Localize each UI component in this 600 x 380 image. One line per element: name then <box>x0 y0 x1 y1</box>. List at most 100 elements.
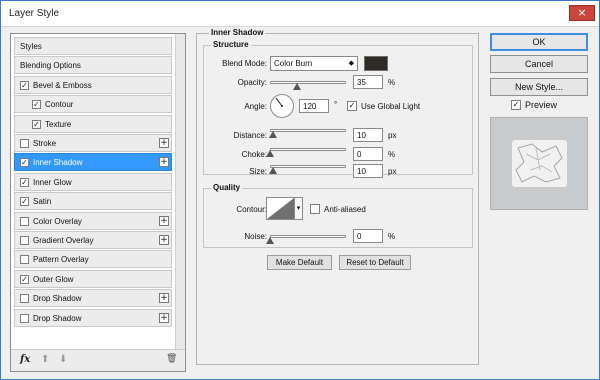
crumpled-texture-icon <box>515 143 563 183</box>
anti-aliased-label: Anti-aliased <box>324 205 366 214</box>
styles-list: Styles Blending Options ✓ Bevel & Emboss ✓ Co… <box>11 34 174 349</box>
noise-input[interactable]: 0 <box>353 229 383 243</box>
add-effect-icon[interactable]: + <box>159 235 169 245</box>
use-global-light-label: Use Global Light <box>361 102 421 111</box>
add-effect-icon[interactable]: + <box>159 138 169 148</box>
chevron-down-icon: ▾ <box>296 204 301 212</box>
move-up-icon[interactable]: ⬆ <box>41 354 49 365</box>
style-checkbox[interactable]: ✓ <box>20 158 29 168</box>
size-slider-thumb[interactable] <box>269 167 278 174</box>
size-input[interactable]: 10 <box>353 164 383 178</box>
style-checkbox[interactable] <box>20 139 29 148</box>
contour-dropdown[interactable]: ▾ <box>294 197 303 220</box>
style-item[interactable]: Drop Shadow + <box>14 289 172 308</box>
contour-preview[interactable] <box>266 197 295 220</box>
style-checkbox[interactable] <box>20 313 29 323</box>
style-item-label: Drop Shadow <box>33 313 82 323</box>
contour-label: Contour: <box>236 205 267 214</box>
angle-dial[interactable] <box>270 94 294 118</box>
style-item[interactable]: Gradient Overlay + <box>14 231 172 249</box>
anti-aliased-checkbox[interactable] <box>310 204 320 214</box>
opacity-slider-thumb[interactable] <box>292 83 301 90</box>
choke-input[interactable]: 0 <box>353 147 383 161</box>
style-item[interactable]: Stroke + <box>14 134 172 152</box>
shadow-color-swatch[interactable] <box>364 56 388 71</box>
style-item[interactable]: ✓ Satin <box>14 192 172 211</box>
distance-slider[interactable] <box>270 129 346 132</box>
close-button[interactable]: × <box>569 5 595 21</box>
style-checkbox[interactable]: ✓ <box>20 80 29 90</box>
style-item[interactable]: ✓ Contour <box>14 95 172 114</box>
quality-group: Quality Contour: ▾ Anti-aliased Noise: 0… <box>203 183 473 248</box>
distance-input[interactable]: 10 <box>353 128 383 142</box>
style-checkbox[interactable]: ✓ <box>32 119 41 129</box>
style-item[interactable]: ✓ Texture <box>14 114 172 133</box>
quality-title: Quality <box>211 183 243 192</box>
fx-icon[interactable]: fx <box>20 354 30 365</box>
style-checkbox[interactable] <box>20 255 29 265</box>
trash-icon[interactable]: 🗑 <box>166 354 177 364</box>
style-item-label: Color Overlay <box>33 216 82 226</box>
styles-toolbar: fx ⬆ ⬇ 🗑 <box>11 349 185 371</box>
title-bar: Layer Style × <box>1 1 599 27</box>
style-item[interactable]: ✓ Outer Glow <box>14 269 172 288</box>
style-item-label: Texture <box>45 119 72 129</box>
preview-checkbox[interactable]: ✓ <box>511 100 521 110</box>
add-effect-icon[interactable]: + <box>159 215 169 226</box>
style-item[interactable]: ✓ Bevel & Emboss <box>14 75 172 94</box>
style-item-label: Inner Glow <box>33 177 72 187</box>
style-item-label: Bevel & Emboss <box>33 80 92 90</box>
style-preview <box>490 117 588 210</box>
reset-to-default-button[interactable]: Reset to Default <box>339 255 411 270</box>
blend-mode-select[interactable]: Color Burn ◆ <box>270 56 358 71</box>
style-item-label: Stroke <box>33 139 57 148</box>
add-effect-icon[interactable]: + <box>159 312 169 323</box>
distance-slider-thumb[interactable] <box>269 131 278 138</box>
angle-unit: ° <box>334 100 338 109</box>
angle-input[interactable]: 120 <box>299 99 329 113</box>
style-checkbox[interactable]: ✓ <box>20 197 29 207</box>
use-global-light-checkbox[interactable]: ✓ <box>347 101 357 111</box>
styles-scrollbar[interactable] <box>175 34 185 349</box>
inner-shadow-group: Inner Shadow Structure Blend Mode: Color… <box>196 28 479 365</box>
opacity-slider[interactable] <box>270 81 346 84</box>
choke-label: Choke: <box>241 150 267 159</box>
style-checkbox[interactable] <box>20 236 29 245</box>
distance-unit: px <box>388 131 397 140</box>
style-checkbox[interactable] <box>20 216 29 226</box>
style-item-label: Drop Shadow <box>33 294 82 304</box>
noise-slider[interactable] <box>270 235 346 238</box>
cancel-button[interactable]: Cancel <box>490 55 588 73</box>
style-item[interactable]: ✓ Inner Glow <box>14 172 172 191</box>
style-item-label: Pattern Overlay <box>33 255 89 265</box>
noise-slider-thumb[interactable] <box>266 237 274 244</box>
style-checkbox[interactable]: ✓ <box>32 100 41 110</box>
style-checkbox[interactable]: ✓ <box>20 177 29 187</box>
move-down-icon[interactable]: ⬇ <box>59 354 67 365</box>
style-checkbox[interactable] <box>20 294 29 304</box>
style-item[interactable]: Blending Options <box>14 56 172 75</box>
style-item-label: Styles <box>20 42 42 51</box>
style-item[interactable]: Pattern Overlay <box>14 250 172 269</box>
structure-title: Structure <box>211 40 251 49</box>
choke-unit: % <box>388 150 396 159</box>
choke-slider-thumb[interactable] <box>266 150 274 157</box>
style-item[interactable]: ✓ Inner Shadow + <box>14 153 172 172</box>
style-checkbox[interactable]: ✓ <box>20 274 29 284</box>
add-effect-icon[interactable]: + <box>159 293 169 304</box>
styles-panel: Styles Blending Options ✓ Bevel & Emboss ✓ Co… <box>10 33 186 372</box>
opacity-input[interactable]: 35 <box>353 75 383 89</box>
choke-slider[interactable] <box>270 148 346 151</box>
style-item-label: Outer Glow <box>33 274 74 284</box>
add-effect-icon[interactable]: + <box>159 157 169 168</box>
ok-button[interactable]: OK <box>490 33 588 51</box>
size-slider[interactable] <box>270 165 346 168</box>
style-item[interactable]: Drop Shadow + <box>14 308 172 327</box>
make-default-button[interactable]: Make Default <box>267 255 332 270</box>
new-style-button[interactable]: New Style... <box>490 78 588 96</box>
style-item[interactable]: Styles <box>14 37 172 55</box>
preview-thumbnail <box>512 140 567 187</box>
blend-mode-label: Blend Mode: <box>222 59 267 68</box>
distance-label: Distance: <box>233 131 267 140</box>
style-item[interactable]: Color Overlay + <box>14 211 172 230</box>
